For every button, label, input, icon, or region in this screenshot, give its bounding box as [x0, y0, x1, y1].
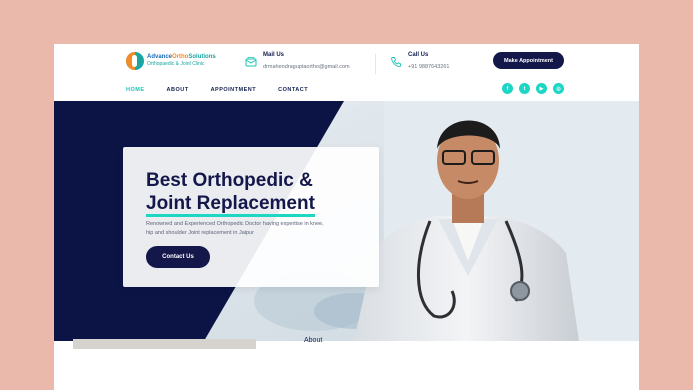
social-links: f t ▶ ◎ [502, 83, 570, 94]
instagram-icon[interactable]: ◎ [553, 83, 564, 94]
mail-contact: Mail Us drmahendraguptaortho@gmail.com [244, 51, 350, 71]
twitter-icon[interactable]: t [519, 83, 530, 94]
mail-address[interactable]: drmahendraguptaortho@gmail.com [263, 64, 350, 71]
brand-logo[interactable]: AdvanceOrthoSolutions Orthopaedic & Join… [126, 52, 216, 70]
hero-section: Best Orthopedic & Joint Replacement Reno… [54, 101, 639, 341]
about-heading: About [304, 337, 323, 344]
nav-item-about[interactable]: ABOUT [167, 87, 189, 93]
brand-tagline: Orthopaedic & Joint Clinic [147, 61, 205, 67]
nav-item-contact[interactable]: CONTACT [278, 87, 308, 93]
call-title: Call Us [408, 52, 429, 58]
about-image [73, 339, 256, 349]
nav-item-appointment[interactable]: APPOINTMENT [211, 87, 257, 93]
hero-subtitle: Renowned and Experienced Orthopedic Doct… [146, 221, 324, 236]
make-appointment-button[interactable]: Make Appointment [493, 52, 564, 69]
youtube-icon[interactable]: ▶ [536, 83, 547, 94]
header-divider [375, 54, 376, 74]
nav-item-home[interactable]: HOME [126, 87, 145, 93]
hero-card: Best Orthopedic & Joint Replacement Reno… [123, 147, 379, 287]
call-number[interactable]: +91 9887643261 [408, 64, 449, 71]
mail-title: Mail Us [263, 52, 285, 58]
site-header: AdvanceOrthoSolutions Orthopaedic & Join… [54, 44, 639, 101]
mail-icon [244, 55, 258, 69]
phone-icon [389, 55, 403, 69]
contact-us-button[interactable]: Contact Us [146, 246, 210, 268]
facebook-icon[interactable]: f [502, 83, 513, 94]
hero-title: Best Orthopedic & Joint Replacement [146, 169, 379, 217]
main-nav: HOME ABOUT APPOINTMENT CONTACT [126, 87, 330, 93]
brand-name: AdvanceOrthoSolutions [147, 54, 216, 60]
logo-icon [126, 52, 144, 70]
call-contact: Call Us +91 9887643261 [389, 51, 449, 71]
